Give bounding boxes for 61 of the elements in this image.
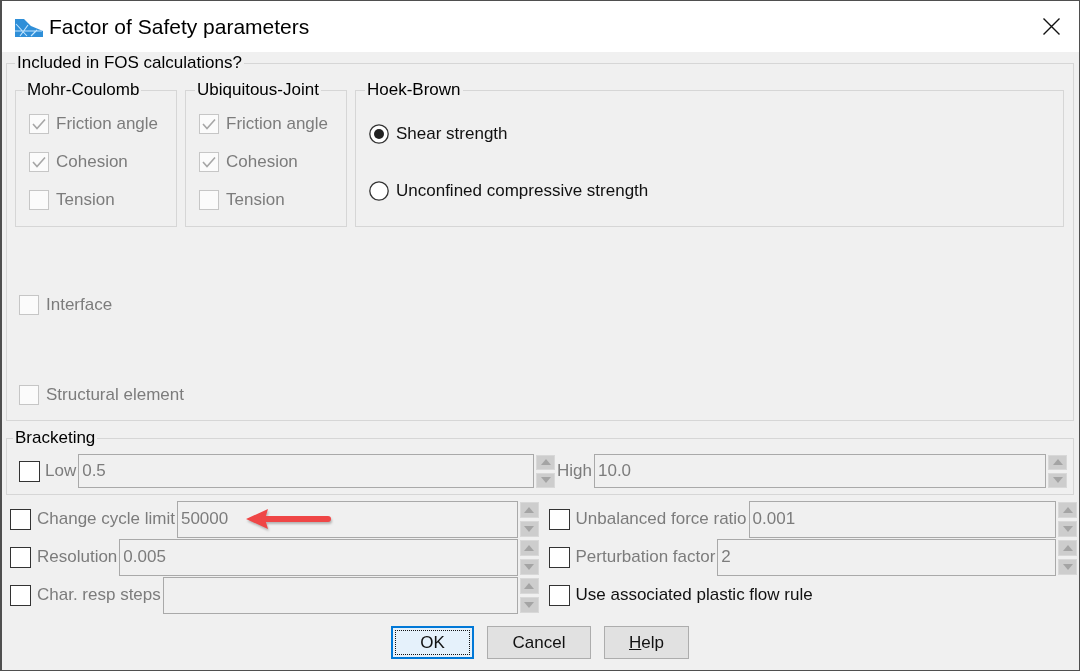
radio-button[interactable]	[369, 180, 389, 201]
spin-down-button[interactable]	[536, 472, 555, 488]
spin-down-button[interactable]	[1048, 472, 1067, 488]
up-triangle-icon	[524, 582, 534, 589]
group-title: Ubiquitous-Joint	[196, 80, 320, 100]
close-icon	[1042, 18, 1060, 35]
spin-up-button[interactable]	[519, 539, 539, 556]
down-triangle-icon	[1062, 563, 1073, 570]
spin-up-button[interactable]	[519, 577, 539, 594]
group-title: Included in FOS calculations?	[16, 53, 243, 73]
spin-down-button[interactable]	[519, 558, 539, 575]
group-title: Mohr-Coulomb	[26, 80, 141, 100]
up-triangle-icon	[1052, 459, 1063, 465]
spin-up-button[interactable]	[536, 454, 555, 470]
up-triangle-icon	[524, 506, 534, 513]
spin-up-button[interactable]	[519, 501, 539, 518]
checkbox[interactable]	[548, 584, 570, 606]
checkbox-label: Use associated plastic flow rule	[575, 585, 813, 605]
radio-button[interactable]	[369, 123, 389, 144]
spin-down-button[interactable]	[519, 520, 539, 537]
checkbox-label: Tension	[56, 190, 115, 210]
checkbox-label: Unbalanced force ratio	[575, 509, 747, 529]
checkbox-label: Resolution	[37, 547, 118, 567]
down-triangle-icon	[524, 525, 534, 532]
down-triangle-icon	[1062, 525, 1073, 532]
checkbox-label: Friction angle	[56, 114, 159, 134]
checkbox-label: Cohesion	[226, 152, 298, 172]
up-triangle-icon	[1062, 544, 1073, 551]
up-triangle-icon	[540, 459, 551, 465]
field-label: Low	[45, 461, 77, 481]
down-triangle-icon	[1052, 477, 1063, 483]
checkbox-label: Cohesion	[56, 152, 128, 172]
checkbox-label: Tension	[226, 190, 285, 210]
group-title: Hoek-Brown	[366, 80, 462, 100]
down-triangle-icon	[540, 477, 551, 483]
checkbox-label: Char. resp steps	[37, 585, 161, 605]
checkbox-label: Friction angle	[226, 114, 329, 134]
spin-up-button[interactable]	[1048, 454, 1067, 470]
spin-down-button[interactable]	[519, 596, 539, 613]
spin-up-button[interactable]	[1058, 539, 1077, 556]
down-triangle-icon	[524, 563, 534, 570]
spin-down-button[interactable]	[1058, 558, 1077, 575]
radio-label: Unconfined compressive strength	[396, 180, 649, 201]
dialog-button[interactable]: OK	[391, 626, 474, 659]
down-triangle-icon	[524, 601, 534, 608]
up-triangle-icon	[1062, 506, 1073, 513]
dialog-button[interactable]: Cancel	[487, 626, 591, 659]
window-title: Factor of Safety parameters	[49, 14, 311, 39]
field-label: High	[557, 461, 592, 481]
slope-icon	[15, 16, 43, 37]
checkbox-label: Change cycle limit	[37, 509, 175, 529]
radio-label: Shear strength	[396, 123, 508, 144]
spin-up-button[interactable]	[1058, 501, 1077, 518]
checkbox-label: Interface	[46, 295, 113, 315]
group-title: Bracketing	[14, 428, 97, 448]
checkbox[interactable]	[19, 460, 40, 482]
up-triangle-icon	[524, 544, 534, 551]
dialog-button[interactable]: Help	[604, 626, 689, 659]
checkbox-label: Perturbation factor	[575, 547, 716, 567]
checkbox-label: Structural element	[46, 385, 184, 405]
spin-down-button[interactable]	[1058, 520, 1077, 537]
